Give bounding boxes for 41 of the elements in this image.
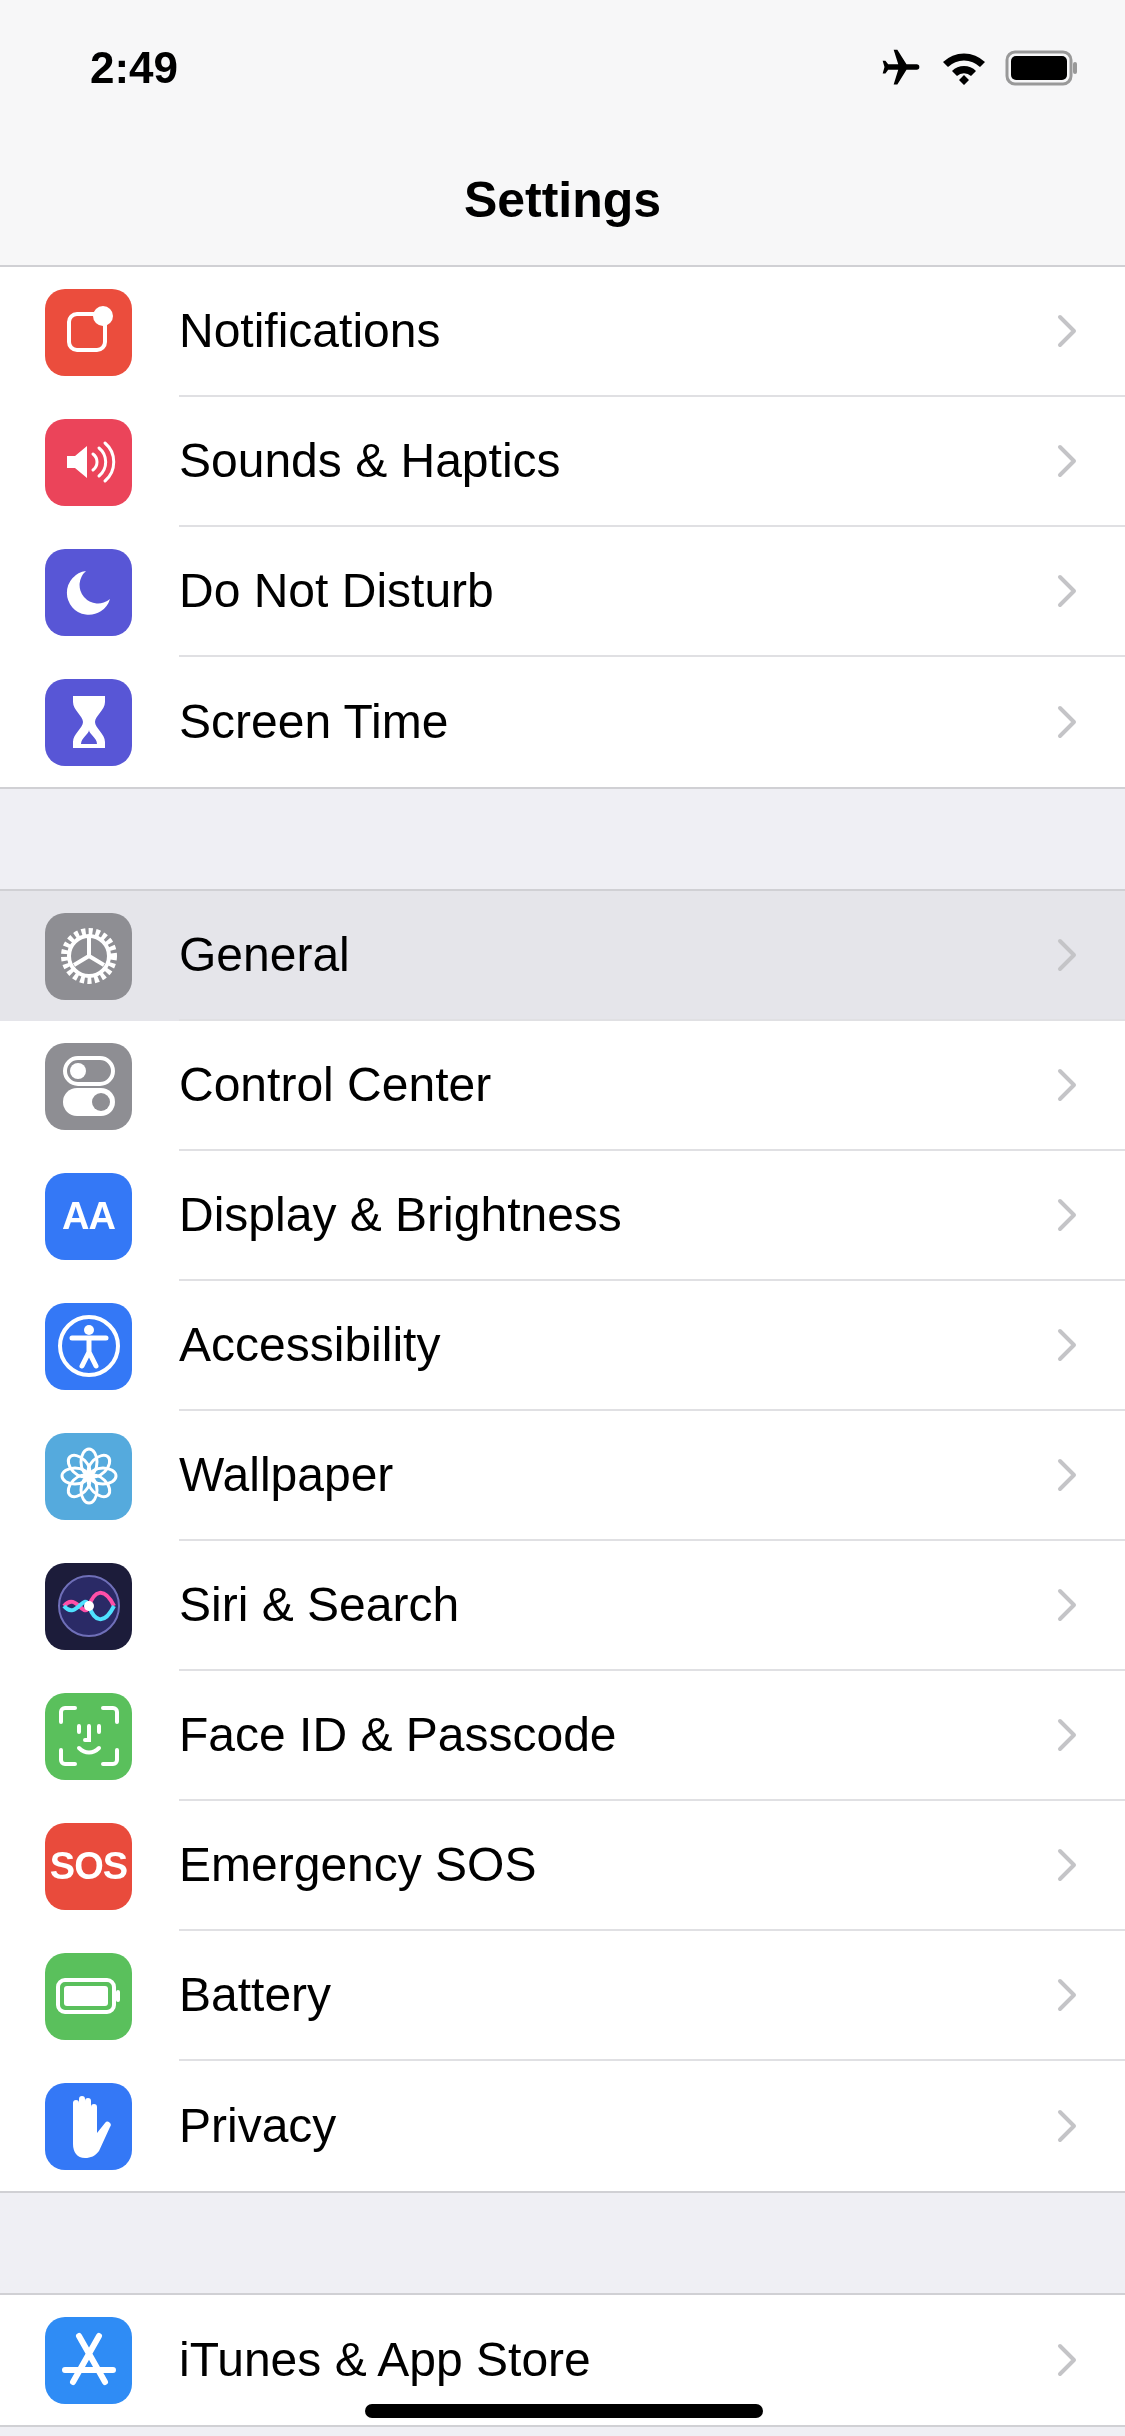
row-label: Battery	[179, 1967, 333, 2023]
chevron-right-icon	[1057, 2109, 1077, 2143]
row-label: Privacy	[179, 2098, 338, 2154]
row-label: Siri & Search	[179, 1577, 461, 1633]
row-label: Do Not Disturb	[179, 563, 495, 619]
status-time: 2:49	[90, 42, 179, 94]
settings-row[interactable]: General	[0, 891, 1125, 1021]
row-label: iTunes & App Store	[179, 2332, 592, 2388]
chevron-right-icon	[1057, 1978, 1077, 2012]
accessibility-person-icon	[55, 1313, 122, 1379]
row-label: Display & Brightness	[179, 1187, 623, 1243]
row-label: Control Center	[179, 1057, 493, 1113]
chevron-right-icon	[1057, 938, 1077, 972]
chevron-right-icon	[1057, 705, 1077, 739]
row-label: Sounds & Haptics	[179, 433, 562, 489]
chevron-right-icon	[1057, 1588, 1077, 1622]
chevron-right-icon	[1057, 1718, 1077, 1752]
row-label: Face ID & Passcode	[179, 1707, 618, 1763]
battery-icon	[1005, 50, 1079, 86]
chevron-right-icon	[1057, 1848, 1077, 1882]
chevron-right-icon	[1057, 314, 1077, 348]
nav-title: Settings	[463, 171, 662, 230]
chevron-right-icon	[1057, 2343, 1077, 2377]
icon-text: SOS	[49, 1847, 128, 1885]
toggle-switches-icon	[60, 1055, 117, 1117]
chevron-right-icon	[1057, 444, 1077, 478]
row-label: Wallpaper	[179, 1447, 395, 1503]
chevron-right-icon	[1057, 1198, 1077, 1232]
icon-text: AA	[62, 1197, 115, 1235]
face-id-icon	[56, 1704, 121, 1768]
row-label: Screen Time	[179, 694, 450, 750]
chevron-right-icon	[1057, 574, 1077, 608]
chevron-right-icon	[1057, 1458, 1077, 1492]
row-label: Emergency SOS	[179, 1837, 538, 1893]
battery-icon	[55, 1978, 122, 2014]
chevron-right-icon	[1057, 1068, 1077, 1102]
row-label: General	[179, 927, 351, 983]
row-label: Accessibility	[179, 1317, 442, 1373]
row-label: Notifications	[179, 303, 442, 359]
wifi-icon	[941, 50, 987, 86]
chevron-right-icon	[1057, 1328, 1077, 1362]
